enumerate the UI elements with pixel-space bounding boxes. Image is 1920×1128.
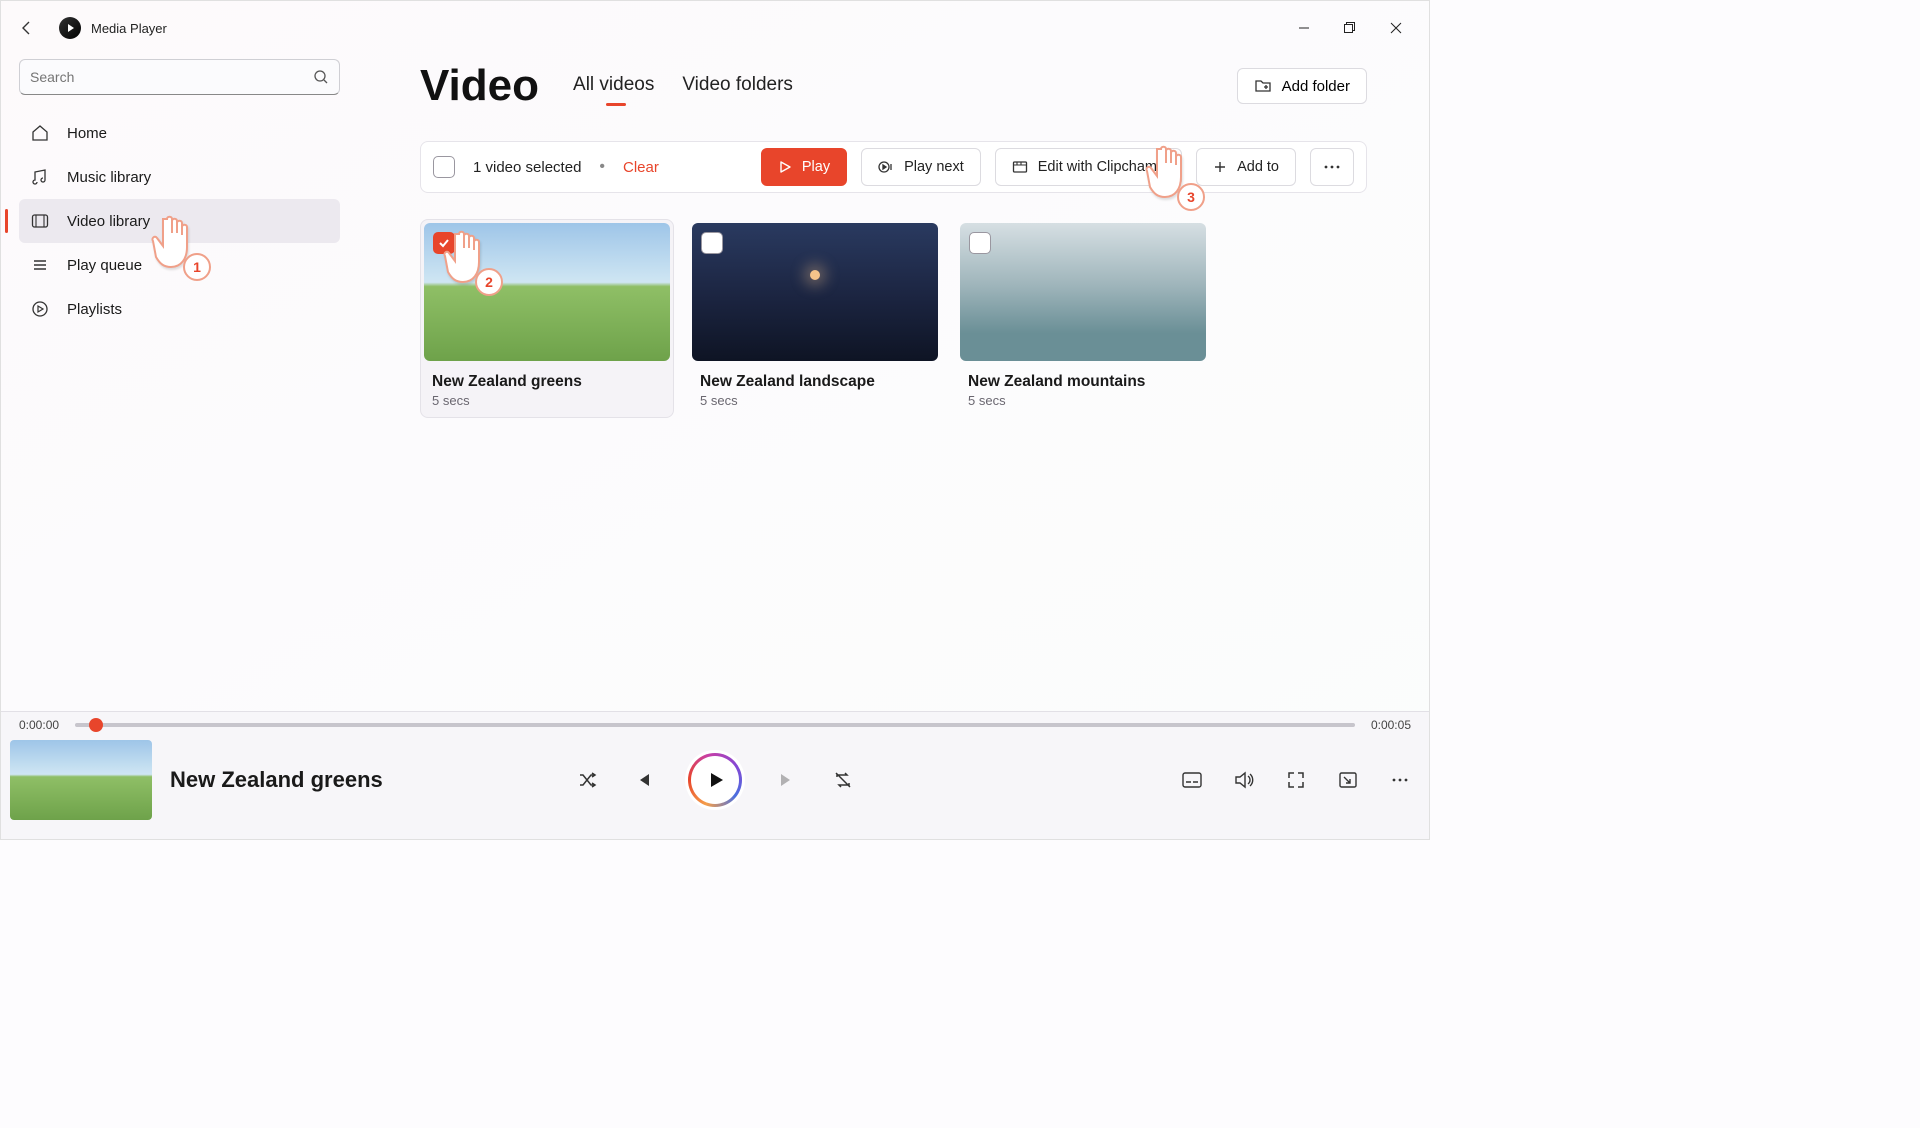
video-thumbnail[interactable] [960,223,1206,361]
app-icon [59,17,81,39]
video-duration: 5 secs [432,393,662,408]
search-icon [313,69,329,85]
sidebar-item-label: Playlists [67,301,122,318]
edit-clipchamp-button[interactable]: Edit with Clipchamp [995,148,1182,186]
player-more-button[interactable] [1389,769,1411,791]
video-checkbox[interactable] [701,232,723,254]
play-button[interactable]: Play [761,148,847,186]
minimize-icon [1298,22,1310,34]
video-title: New Zealand greens [432,373,662,391]
back-arrow-icon [19,20,35,36]
search-box[interactable] [19,59,340,95]
more-button[interactable] [1310,148,1354,186]
shuffle-icon [577,770,597,790]
player-bar: 0:00:00 0:00:05 New Zealand greens [1,711,1429,839]
tab-all-videos[interactable]: All videos [573,74,654,106]
miniplayer-button[interactable] [1337,769,1359,791]
miniplayer-icon [1339,772,1357,788]
select-all-checkbox[interactable] [433,156,455,178]
video-duration: 5 secs [968,393,1198,408]
video-checkbox[interactable] [969,232,991,254]
more-icon [1324,165,1340,169]
now-playing-thumbnail[interactable] [10,740,152,820]
play-next-button[interactable]: Play next [861,148,981,186]
clipchamp-icon [1012,159,1028,175]
video-card[interactable]: New Zealand mountains 5 secs [956,219,1210,418]
video-title: New Zealand landscape [700,373,930,391]
tab-video-folders[interactable]: Video folders [682,74,793,106]
add-to-button[interactable]: Add to [1196,148,1296,186]
queue-icon [31,256,49,274]
fullscreen-button[interactable] [1285,769,1307,791]
play-next-icon [878,159,894,175]
video-checkbox[interactable] [433,232,455,254]
playlists-icon [31,300,49,318]
video-card[interactable]: New Zealand greens 5 secs [420,219,674,418]
sidebar-item-label: Home [67,125,107,142]
play-icon [778,160,792,174]
fullscreen-icon [1287,771,1305,789]
video-title: New Zealand mountains [968,373,1198,391]
add-folder-button[interactable]: Add folder [1237,68,1367,104]
video-grid: New Zealand greens 5 secs New Zealand la… [420,219,1367,418]
back-button[interactable] [11,12,43,44]
page-title: Video [420,61,539,111]
video-icon [31,212,49,230]
add-folder-label: Add folder [1282,78,1350,95]
video-thumbnail[interactable] [692,223,938,361]
video-duration: 5 secs [700,393,930,408]
app-window: Media Player Home Music library Video li… [0,0,1430,840]
sidebar-item-label: Video library [67,213,150,230]
skip-next-icon [778,771,796,789]
minimize-button[interactable] [1281,12,1327,44]
close-button[interactable] [1373,12,1419,44]
captions-button[interactable] [1181,769,1203,791]
folder-plus-icon [1254,77,1272,95]
seek-knob[interactable] [89,718,103,732]
sidebar-item-queue[interactable]: Play queue [19,243,340,287]
sidebar-item-label: Music library [67,169,151,186]
sidebar-item-playlists[interactable]: Playlists [19,287,340,331]
sidebar-item-music[interactable]: Music library [19,155,340,199]
play-pause-button[interactable] [688,753,742,807]
time-current: 0:00:00 [19,718,59,732]
maximize-icon [1344,22,1356,34]
clear-selection-button[interactable]: Clear [623,159,659,176]
maximize-button[interactable] [1327,12,1373,44]
more-icon [1392,778,1408,782]
selection-count: 1 video selected [473,159,581,176]
home-icon [31,124,49,142]
previous-button[interactable] [632,769,654,791]
app-title: Media Player [91,21,167,36]
music-icon [31,168,49,186]
repeat-button[interactable] [832,769,854,791]
captions-icon [1182,772,1202,788]
repeat-off-icon [833,770,853,790]
now-playing-title: New Zealand greens [170,767,383,793]
play-icon [704,769,726,791]
sidebar-item-video[interactable]: Video library [19,199,340,243]
sidebar-item-label: Play queue [67,257,142,274]
plus-icon [1213,160,1227,174]
close-icon [1390,22,1402,34]
volume-button[interactable] [1233,769,1255,791]
check-icon [438,237,450,249]
next-button[interactable] [776,769,798,791]
time-total: 0:00:05 [1371,718,1411,732]
volume-icon [1234,771,1254,789]
video-thumbnail[interactable] [424,223,670,361]
selection-bar: 1 video selected • Clear Play Play next … [420,141,1367,193]
skip-previous-icon [634,771,652,789]
sidebar-item-home[interactable]: Home [19,111,340,155]
seek-slider[interactable] [75,723,1355,727]
search-input[interactable] [30,69,313,85]
video-card[interactable]: New Zealand landscape 5 secs [688,219,942,418]
shuffle-button[interactable] [576,769,598,791]
